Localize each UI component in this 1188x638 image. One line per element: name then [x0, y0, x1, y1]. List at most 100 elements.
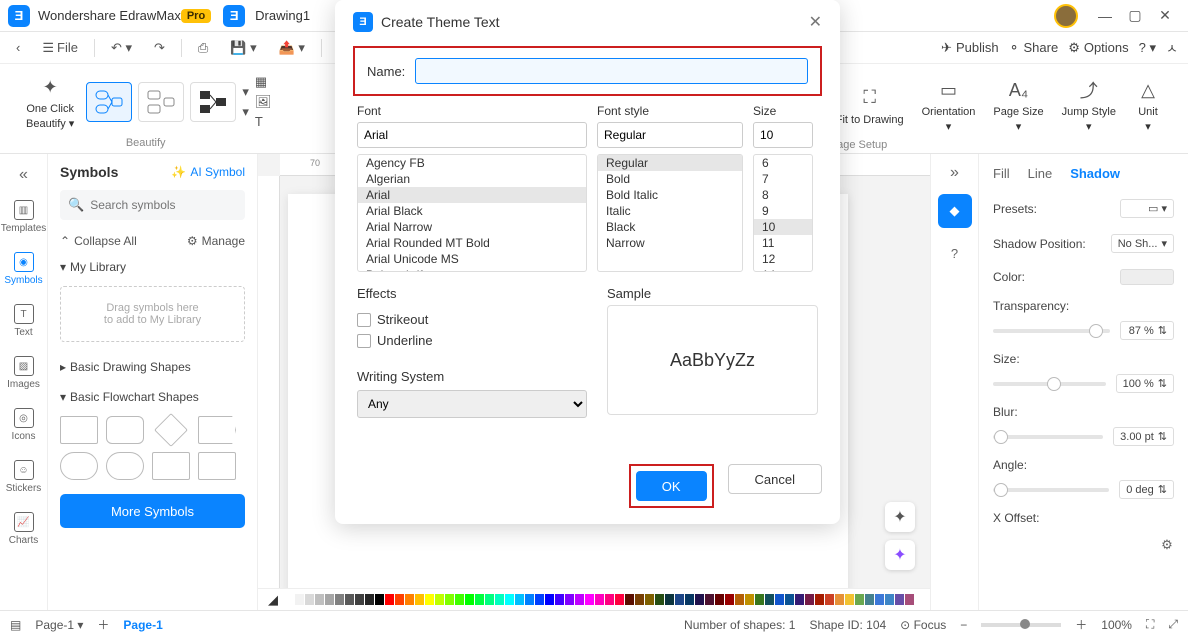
color-swatch[interactable]: [1120, 269, 1174, 285]
color-swatch[interactable]: [425, 594, 434, 605]
list-item[interactable]: Bold: [598, 171, 742, 187]
rail-text[interactable]: TText: [0, 296, 48, 346]
color-swatch[interactable]: [565, 594, 574, 605]
symbol-search[interactable]: 🔍: [60, 190, 245, 220]
angle-slider[interactable]: [993, 488, 1109, 492]
color-swatch[interactable]: [485, 594, 494, 605]
mylib-header[interactable]: ▾ My Library: [48, 252, 257, 282]
window-maximize[interactable]: ▢: [1120, 7, 1150, 24]
color-swatch[interactable]: [325, 594, 334, 605]
color-swatch[interactable]: [785, 594, 794, 605]
rail-images[interactable]: ▨Images: [0, 348, 48, 398]
list-item[interactable]: Arial Black: [358, 203, 586, 219]
color-swatch[interactable]: [525, 594, 534, 605]
color-swatch[interactable]: [835, 594, 844, 605]
font-input[interactable]: [357, 122, 587, 148]
color-swatch[interactable]: [865, 594, 874, 605]
color-swatch[interactable]: [905, 594, 914, 605]
fill-tool-icon[interactable]: ◆: [938, 194, 972, 228]
shape-data[interactable]: [198, 452, 236, 480]
color-swatch[interactable]: [725, 594, 734, 605]
list-item[interactable]: Arial Narrow: [358, 219, 586, 235]
list-item[interactable]: Bold Italic: [598, 187, 742, 203]
transparency-slider[interactable]: [993, 329, 1110, 333]
document-tab[interactable]: Ǝ Drawing1: [223, 5, 310, 27]
fit-to-drawing-button[interactable]: ⛶Fit to Drawing: [830, 80, 910, 130]
color-swatch[interactable]: [445, 594, 454, 605]
presets-select[interactable]: ▭ ▾: [1120, 199, 1174, 218]
basic-drawing-header[interactable]: ▸ Basic Drawing Shapes: [48, 352, 257, 382]
help-tool-icon[interactable]: ?: [938, 236, 972, 270]
list-item[interactable]: Arial Unicode MS: [358, 251, 586, 267]
ai-symbol-button[interactable]: ✨ AI Symbol: [171, 165, 245, 179]
color-swatch[interactable]: [645, 594, 654, 605]
color-swatch[interactable]: [765, 594, 774, 605]
style-list[interactable]: RegularBoldBold ItalicItalicBlackNarrow: [597, 154, 743, 272]
size-value[interactable]: 100 % ⇅: [1116, 374, 1174, 393]
color-swatch[interactable]: [695, 594, 704, 605]
writing-system-select[interactable]: Any: [357, 390, 587, 418]
mini-tool-1[interactable]: ▾: [242, 84, 249, 100]
list-item[interactable]: Regular: [598, 155, 742, 171]
beautify-float-button[interactable]: ✦: [885, 502, 915, 532]
page-size-button[interactable]: A₄Page Size▾: [987, 72, 1049, 137]
color-swatch[interactable]: [855, 594, 864, 605]
rail-charts[interactable]: 📈Charts: [0, 504, 48, 554]
color-swatch[interactable]: [595, 594, 604, 605]
color-swatch[interactable]: [585, 594, 594, 605]
user-avatar[interactable]: [1054, 4, 1078, 28]
ok-button[interactable]: OK: [636, 471, 707, 501]
page-dropdown[interactable]: Page-1 ▾: [35, 618, 83, 632]
list-item[interactable]: Arial: [358, 187, 586, 203]
tab-shadow[interactable]: Shadow: [1070, 166, 1120, 181]
color-swatch[interactable]: [675, 594, 684, 605]
unit-button[interactable]: △Unit▾: [1128, 72, 1168, 137]
size-input[interactable]: [753, 122, 813, 148]
list-item[interactable]: Agency FB: [358, 155, 586, 171]
color-swatch[interactable]: [635, 594, 644, 605]
image-icon[interactable]: 🖼: [255, 94, 272, 110]
jump-style-button[interactable]: ⤴Jump Style▾: [1056, 72, 1122, 137]
color-swatch[interactable]: [605, 594, 614, 605]
redo-button[interactable]: ↷: [148, 37, 171, 59]
color-swatch[interactable]: [315, 594, 324, 605]
color-swatch[interactable]: [805, 594, 814, 605]
color-swatch[interactable]: [655, 594, 664, 605]
options-button[interactable]: ⚙ Options: [1068, 40, 1128, 56]
eyedropper-icon[interactable]: ◢: [268, 592, 278, 608]
window-minimize[interactable]: —: [1090, 8, 1120, 24]
color-swatch[interactable]: [395, 594, 404, 605]
color-swatch[interactable]: [455, 594, 464, 605]
color-swatch[interactable]: [375, 594, 384, 605]
settings-gear-button[interactable]: ⚙: [1154, 532, 1180, 558]
color-swatch[interactable]: [295, 594, 304, 605]
tab-fill[interactable]: Fill: [993, 166, 1010, 181]
shape-pill[interactable]: [106, 452, 144, 480]
color-swatch[interactable]: [665, 594, 674, 605]
ai-float-button[interactable]: ✦: [885, 540, 915, 570]
symbol-search-input[interactable]: [90, 198, 245, 212]
tab-line[interactable]: Line: [1028, 166, 1053, 181]
share-button[interactable]: ⚬ Share: [1009, 40, 1059, 56]
manage-button[interactable]: ⚙ Manage: [187, 234, 245, 248]
color-swatch[interactable]: [745, 594, 754, 605]
list-item[interactable]: Narrow: [598, 235, 742, 251]
right-rail-toggle[interactable]: »: [946, 160, 963, 186]
shape-oval[interactable]: [60, 452, 98, 480]
page-tab-1[interactable]: Page-1: [123, 618, 162, 632]
color-swatch[interactable]: [735, 594, 744, 605]
color-swatch[interactable]: [775, 594, 784, 605]
list-item[interactable]: 9: [754, 203, 812, 219]
strikeout-checkbox[interactable]: Strikeout: [357, 309, 587, 330]
style-input[interactable]: [597, 122, 743, 148]
color-swatch[interactable]: [845, 594, 854, 605]
zoom-level[interactable]: 100%: [1101, 618, 1132, 632]
rail-templates[interactable]: ▥Templates: [0, 192, 48, 242]
list-item[interactable]: Italic: [598, 203, 742, 219]
color-swatch[interactable]: [875, 594, 884, 605]
undo-button[interactable]: ↶ ▾: [105, 37, 138, 59]
color-swatch[interactable]: [495, 594, 504, 605]
list-item[interactable]: 8: [754, 187, 812, 203]
color-swatch[interactable]: [685, 594, 694, 605]
blur-slider[interactable]: [993, 435, 1103, 439]
